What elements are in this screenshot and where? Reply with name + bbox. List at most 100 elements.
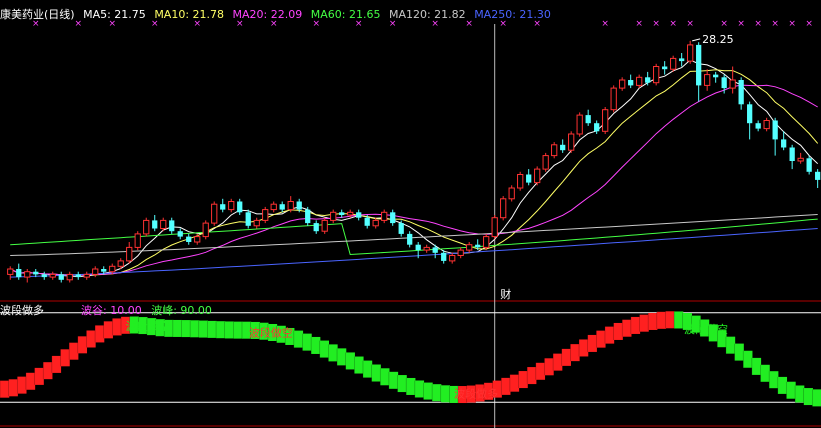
stock-title: 康美药业(日线) xyxy=(0,8,75,21)
indicator-block xyxy=(181,320,191,338)
candle-body-up xyxy=(449,255,456,262)
signal-marker: × xyxy=(737,19,745,29)
indicator-block xyxy=(112,318,122,336)
candle-body-up xyxy=(194,236,201,243)
candle-body-down xyxy=(339,212,345,215)
indicator-block xyxy=(103,321,113,339)
candle-body-down xyxy=(177,231,183,237)
candle-body-up xyxy=(729,79,736,89)
candle-body-up xyxy=(500,198,507,219)
candle-body-up xyxy=(636,76,643,86)
trough-label: 波谷: 10.00 xyxy=(81,304,142,317)
candle-body-up xyxy=(542,155,549,170)
indicator-block xyxy=(622,319,632,337)
indicator-block xyxy=(86,330,96,348)
indicator-block xyxy=(795,385,805,403)
indicator-block xyxy=(527,367,537,385)
indicator-block xyxy=(769,371,779,389)
candle-body-down xyxy=(305,209,311,224)
candle-body-up xyxy=(610,87,617,111)
signal-markers: 28.25财× × × × × × × × × × × × × × × × × × × × × × × × × xyxy=(32,19,813,301)
candle-body-down xyxy=(585,115,591,124)
signal-marker: × xyxy=(720,19,728,29)
candle-body-up xyxy=(483,236,490,248)
indicator-block xyxy=(604,326,615,344)
candle-body-down xyxy=(245,212,251,226)
ma5-line xyxy=(9,59,819,278)
indicator-annotation: 波段做空 xyxy=(126,319,170,333)
indicator-block xyxy=(656,311,667,329)
candle-body-down xyxy=(390,212,396,224)
indicator-block xyxy=(423,382,433,400)
indicator-block xyxy=(380,368,390,386)
candle-body-up xyxy=(704,74,711,86)
indicator-annotation: 波段做空 xyxy=(684,322,728,336)
candle-body-up xyxy=(321,219,328,232)
indicator-block xyxy=(674,311,684,329)
indicator-block xyxy=(34,367,44,385)
candle-body-up xyxy=(109,265,116,273)
indicator-block xyxy=(354,356,364,374)
candle-body-down xyxy=(101,269,107,272)
candle-body-down xyxy=(772,120,778,140)
indicator-block xyxy=(337,348,347,366)
indicator-block xyxy=(388,371,399,389)
signal-marker: × xyxy=(686,19,694,29)
candle-body-down xyxy=(526,174,532,183)
candle-body-down xyxy=(738,80,744,105)
candle-body-down xyxy=(781,139,787,148)
candle-body-up xyxy=(262,209,269,221)
candle-body-down xyxy=(432,247,438,253)
indicator-legend: 波段做多 波谷: 10.00 波峰: 90.00 xyxy=(0,303,218,319)
candle-body-down xyxy=(58,274,64,280)
candle-body-up xyxy=(211,203,218,224)
signal-marker: × xyxy=(635,19,643,29)
candle-body-down xyxy=(789,147,795,161)
indicator-block xyxy=(172,319,183,337)
signal-marker: × xyxy=(771,19,779,29)
candle-body-down xyxy=(313,223,319,232)
indicator-block xyxy=(207,320,217,338)
indicator-block xyxy=(216,321,226,339)
candle-body-down xyxy=(75,274,81,278)
indicator-block xyxy=(371,364,381,382)
indicator-block xyxy=(570,344,580,362)
ma120-label: MA120: 21.82 xyxy=(388,8,466,21)
candle-body-down xyxy=(407,233,413,245)
indicator-block xyxy=(51,355,62,373)
candle-body-up xyxy=(330,211,337,221)
candle-body-down xyxy=(662,66,668,70)
candle-body-down xyxy=(356,212,362,218)
indicator-block xyxy=(69,342,79,360)
indicator-block xyxy=(812,389,821,407)
candle-body-up xyxy=(143,219,150,235)
indicator-block xyxy=(311,336,321,354)
ma250-label: MA250: 21.30 xyxy=(474,8,551,21)
candle-body-up xyxy=(126,246,133,262)
indicator-block xyxy=(8,379,18,397)
candle-body-down xyxy=(41,274,47,278)
candle-body-up xyxy=(372,219,379,227)
ma5-label: MA5: 21.75 xyxy=(83,8,146,21)
indicator-block xyxy=(190,320,200,338)
indicator-block xyxy=(630,316,641,334)
candle-body-up xyxy=(7,268,14,275)
indicator-block xyxy=(25,372,36,390)
indicator-annotation: 波段做空 xyxy=(249,325,293,339)
indicator-block xyxy=(432,384,442,402)
indicator-block xyxy=(509,374,520,392)
indicator-block xyxy=(518,371,528,389)
ma10-line xyxy=(9,69,819,276)
signal-marker: × xyxy=(601,19,609,29)
candlestick-series xyxy=(7,40,821,283)
candle-body-down xyxy=(696,44,702,86)
peak-label: 波峰: 90.00 xyxy=(151,304,212,317)
ma10-label: MA10: 21.78 xyxy=(154,8,225,21)
indicator-block xyxy=(77,336,88,354)
candle-body-up xyxy=(687,44,694,62)
candle-body-down xyxy=(815,171,821,180)
candle-body-down xyxy=(152,220,158,229)
indicator-block xyxy=(95,325,105,343)
candle-body-down xyxy=(441,252,447,261)
candle-body-down xyxy=(16,269,22,278)
